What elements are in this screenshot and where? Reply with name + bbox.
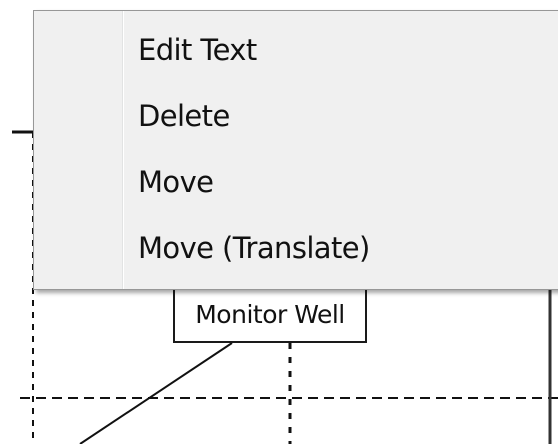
context-menu: Edit Text Delete Move Move (Translate) <box>33 10 558 290</box>
menu-icon-gutter <box>34 11 124 289</box>
monitor-well-label-text: Monitor Well <box>195 299 345 329</box>
menu-item-move-translate[interactable]: Move (Translate) <box>126 215 558 281</box>
menu-item-label: Move <box>138 165 214 199</box>
monitor-well-label[interactable]: Monitor Well <box>173 285 367 343</box>
menu-item-delete[interactable]: Delete <box>126 83 558 149</box>
menu-item-label: Move (Translate) <box>138 231 370 265</box>
menu-item-move[interactable]: Move <box>126 149 558 215</box>
callout-leader-line <box>79 342 233 444</box>
menu-item-label: Edit Text <box>138 33 257 67</box>
menu-item-edit-text[interactable]: Edit Text <box>126 17 558 83</box>
menu-item-label: Delete <box>138 99 230 133</box>
